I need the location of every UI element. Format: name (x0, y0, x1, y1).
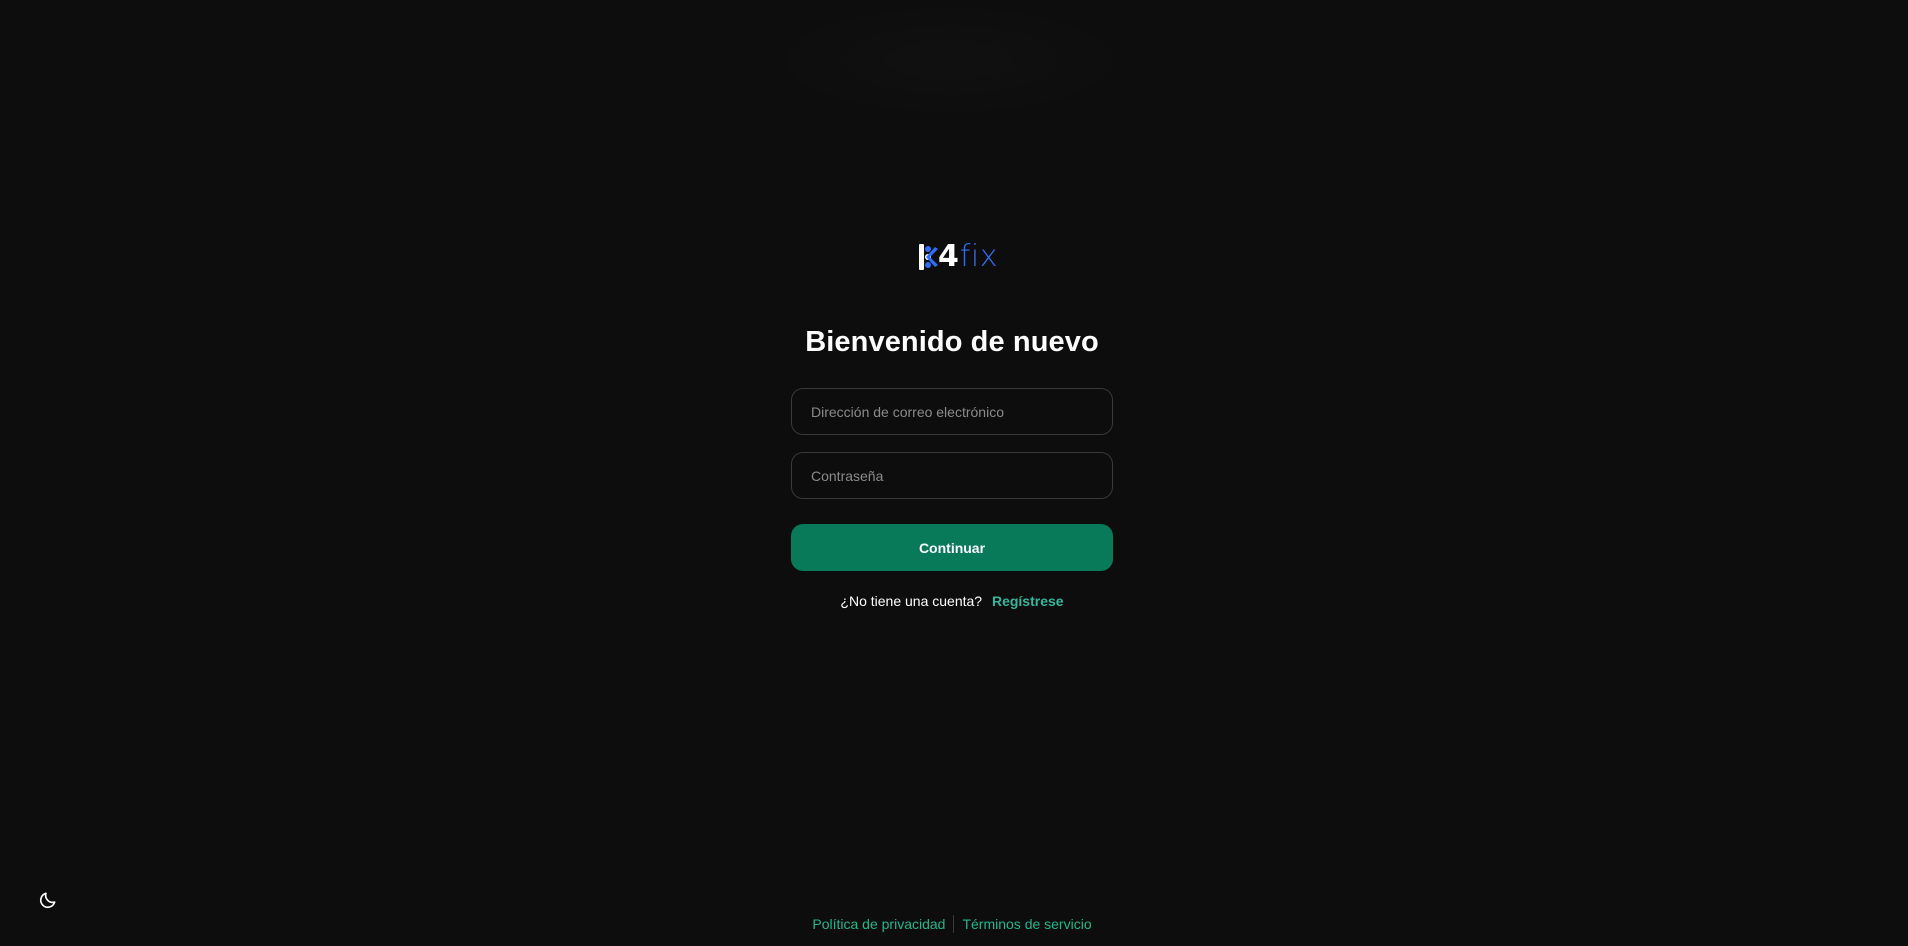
moon-icon (39, 892, 56, 909)
logo-number: 4 (938, 239, 959, 274)
password-field-container (791, 452, 1113, 499)
continue-button[interactable]: Continuar (791, 524, 1113, 571)
signup-link[interactable]: Regístrese (992, 593, 1064, 609)
terms-of-service-link[interactable]: Términos de servicio (962, 916, 1091, 932)
footer-divider (953, 915, 955, 933)
privacy-policy-link[interactable]: Política de privacidad (812, 916, 945, 932)
page-title: Bienvenido de nuevo (805, 326, 1099, 358)
theme-toggle-button[interactable] (36, 888, 60, 912)
signup-row: ¿No tiene una cuenta? Regístrese (740, 593, 1164, 609)
password-input[interactable] (792, 453, 1112, 498)
brand-logo: 4 fix (918, 240, 998, 274)
signup-prompt: ¿No tiene una cuenta? (840, 593, 983, 609)
background-glow (760, 0, 1140, 120)
logo-word: fix (959, 239, 999, 274)
k4fix-logo-icon (918, 243, 940, 271)
email-field-container (791, 388, 1113, 435)
login-page: 4 fix Bienvenido de nuevo Continuar ¿No … (0, 0, 1908, 946)
email-input[interactable] (792, 389, 1112, 434)
footer-links: Política de privacidad Términos de servi… (740, 915, 1164, 933)
